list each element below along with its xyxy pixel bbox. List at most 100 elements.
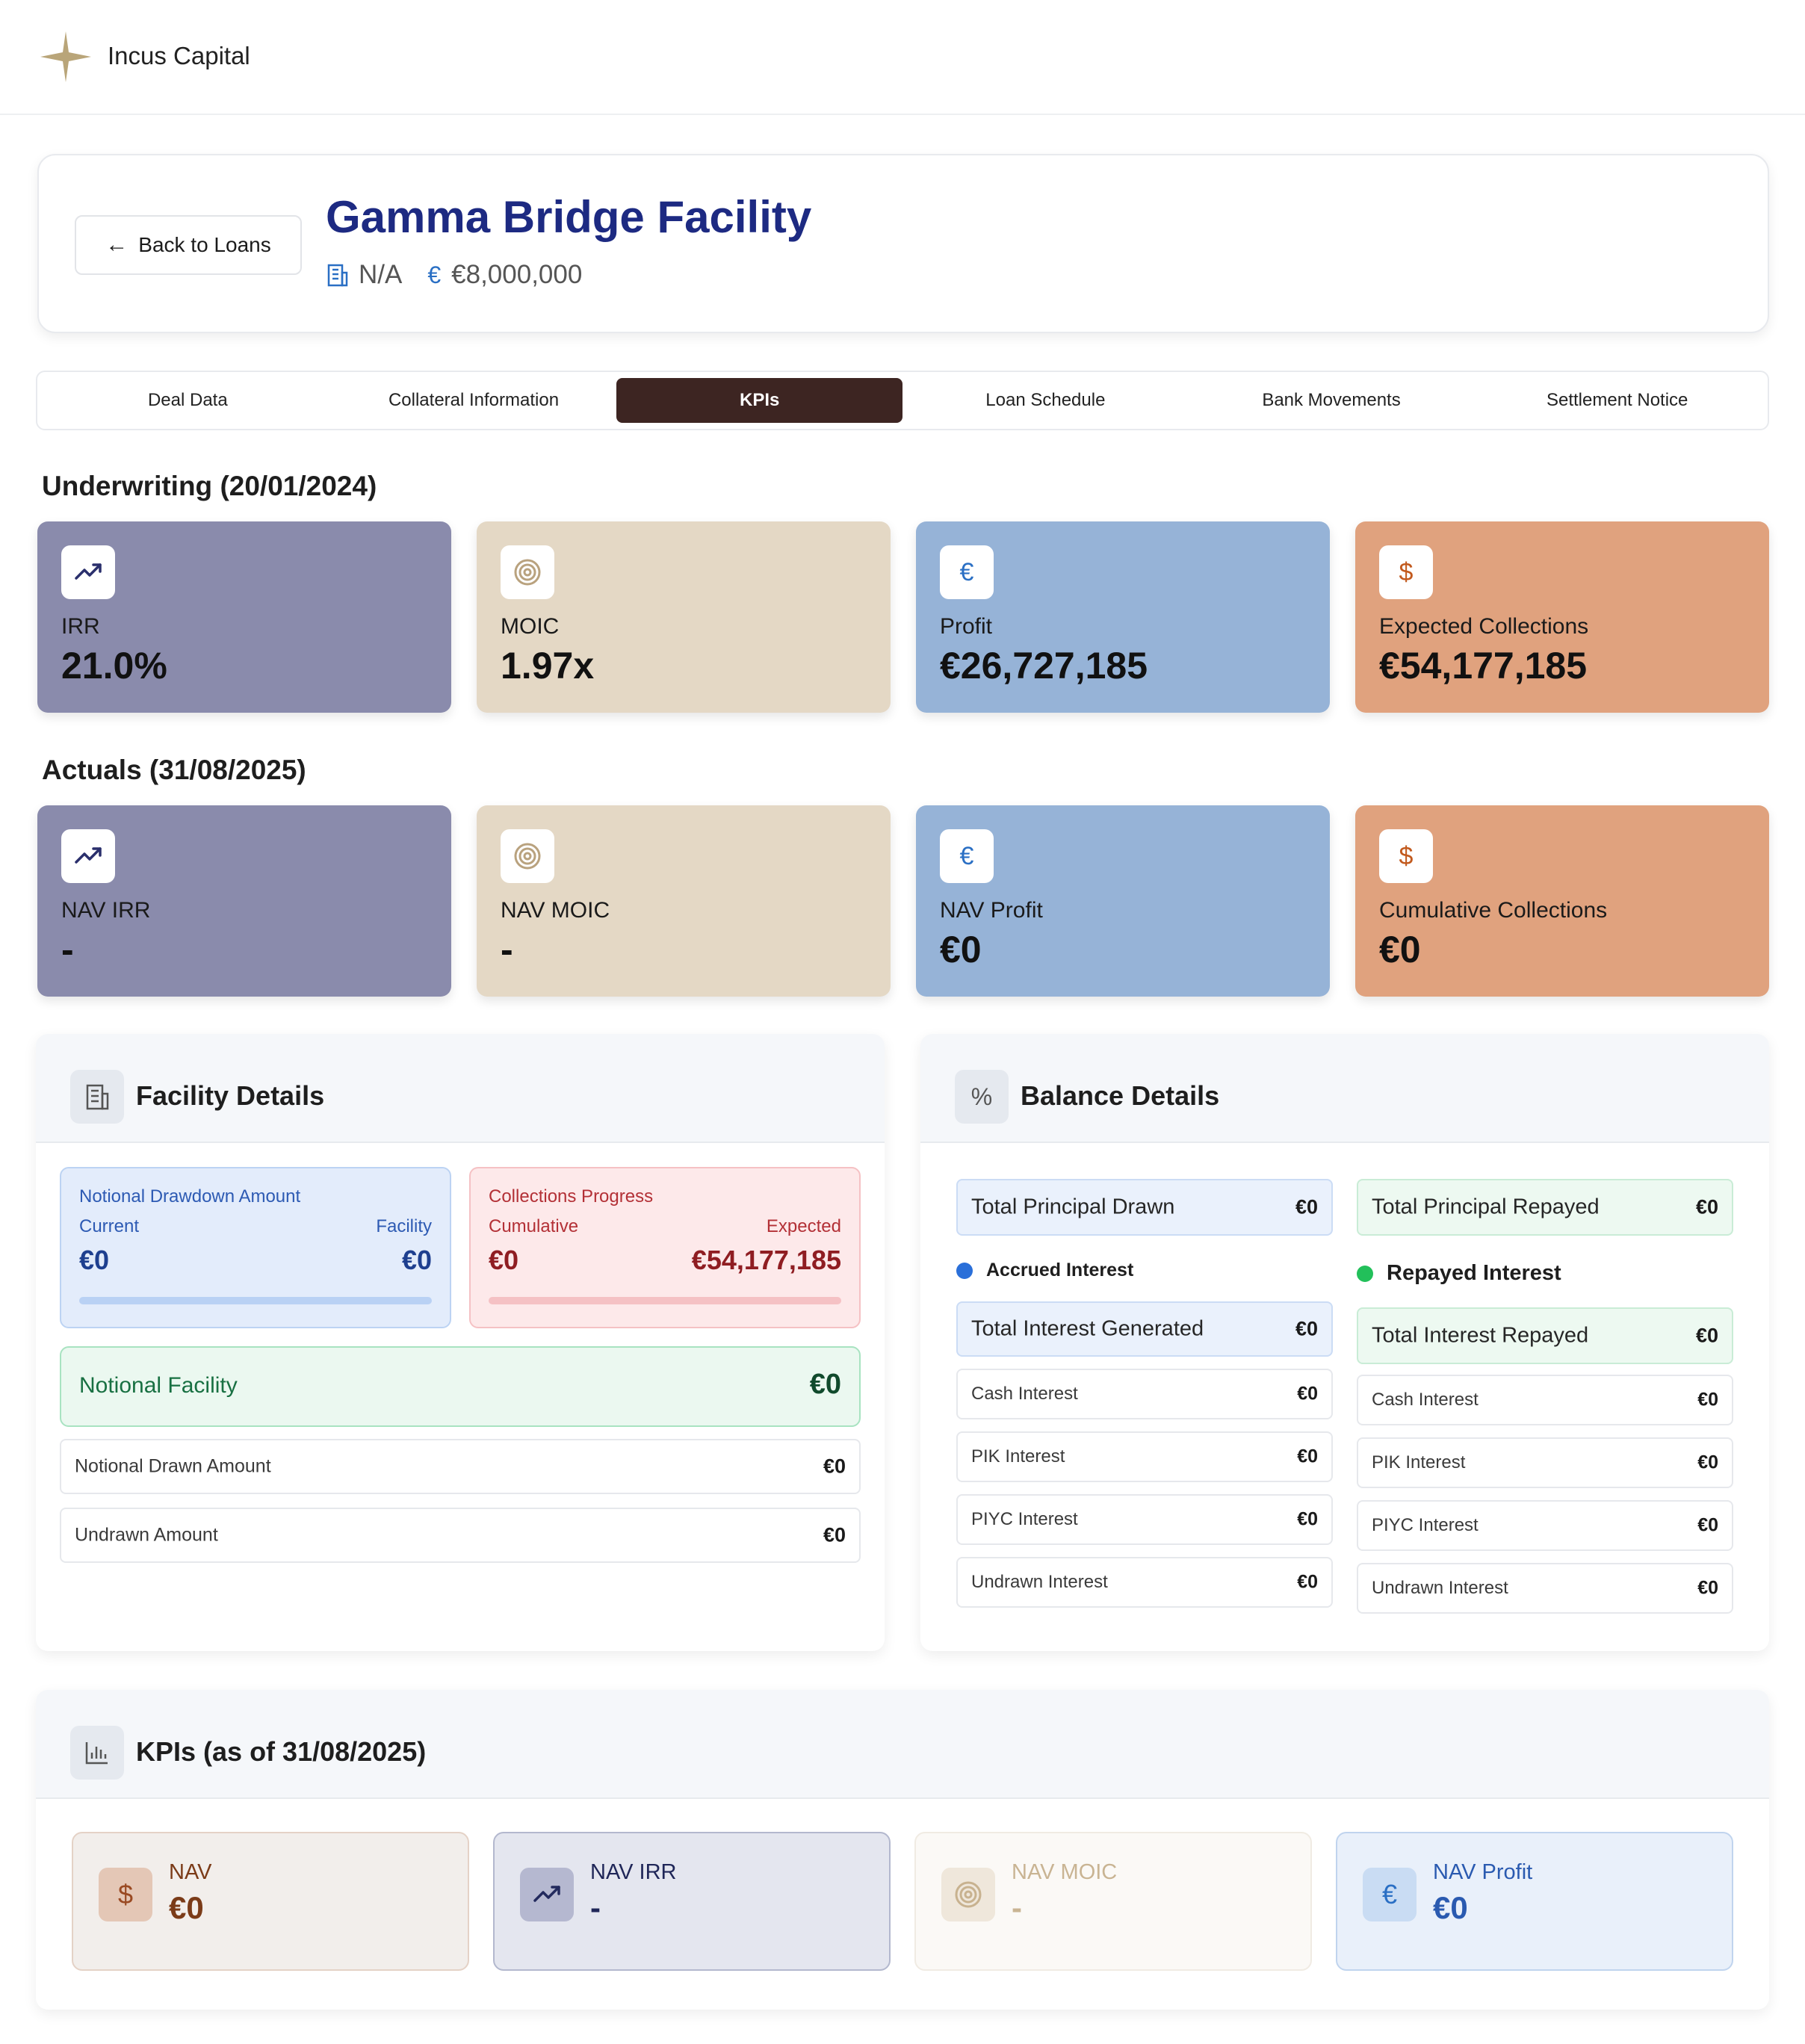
building-icon (327, 264, 348, 287)
row-label: Total Interest Generated (971, 1316, 1204, 1341)
drawdown-facility-label: Facility (376, 1216, 432, 1236)
target-icon (941, 1868, 995, 1921)
dollar-icon: $ (1379, 829, 1433, 883)
row-value: €0 (1697, 1389, 1718, 1410)
euro-icon: € (427, 261, 442, 288)
loan-code: N/A (359, 260, 403, 289)
drawdown-facility-value: €0 (401, 1245, 432, 1275)
facility-details-title: Facility Details (136, 1080, 325, 1111)
collections-title: Collections Progress (489, 1186, 654, 1207)
underwriting-profit-card: € Profit €26,727,185 (916, 521, 1330, 713)
kpi-label: NAV IRR (590, 1860, 677, 1884)
row-value: €0 (1295, 1195, 1318, 1218)
accrued-pik-interest-row: PIK Interest €0 (956, 1431, 1333, 1482)
kpis-asof-title: KPIs (as of 31/08/2025) (136, 1736, 427, 1767)
building-icon (70, 1070, 124, 1124)
row-value: €0 (1297, 1508, 1318, 1530)
dollar-icon: $ (1379, 545, 1433, 599)
collections-cumulative-label: Cumulative (489, 1216, 579, 1236)
kpi-label: MOIC (501, 614, 560, 639)
collections-progress-bar (489, 1297, 841, 1304)
row-value: €0 (1697, 1514, 1718, 1536)
nav-card: $ NAV €0 (72, 1832, 469, 1971)
kpis-asof-header: KPIs (as of 31/08/2025) (36, 1690, 1769, 1799)
total-interest-generated-row: Total Interest Generated €0 (956, 1301, 1333, 1357)
kpi-value: - (1012, 1890, 1022, 1925)
kpi-label: NAV Profit (940, 898, 1043, 923)
tab-deal-data[interactable]: Deal Data (45, 378, 331, 423)
trend-up-icon (520, 1868, 574, 1921)
target-icon (501, 829, 554, 883)
row-label: PIYC Interest (971, 1509, 1078, 1529)
notional-drawdown-card: Notional Drawdown Amount Current Facilit… (60, 1167, 451, 1328)
kpi-value: €54,177,185 (1379, 645, 1588, 687)
blue-dot-icon (956, 1262, 973, 1279)
row-value: €0 (1295, 1317, 1318, 1340)
back-button-label: Back to Loans (138, 233, 271, 256)
row-label: Cash Interest (971, 1384, 1078, 1404)
euro-icon: € (940, 829, 994, 883)
row-value: €0 (1297, 1571, 1318, 1593)
euro-icon: € (1363, 1868, 1417, 1921)
row-label: Notional Drawn Amount (75, 1455, 271, 1477)
underwriting-heading: Underwriting (20/01/2024) (42, 471, 377, 501)
kpi-label: NAV (169, 1860, 212, 1884)
notional-facility-label: Notional Facility (79, 1373, 238, 1398)
accrued-cash-interest-row: Cash Interest €0 (956, 1369, 1333, 1419)
actuals-nav-irr-card: NAV IRR - (37, 805, 451, 997)
loan-title: Gamma Bridge Facility (326, 192, 812, 242)
notional-facility-value: €0 (809, 1369, 841, 1400)
actuals-cumulative-collections-card: $ Cumulative Collections €0 (1355, 805, 1769, 997)
kpi-value: €0 (1379, 929, 1421, 970)
kpi-label: NAV MOIC (1012, 1860, 1118, 1884)
underwriting-collections-card: $ Expected Collections €54,177,185 (1355, 521, 1769, 713)
row-label: Undrawn Interest (1372, 1578, 1508, 1598)
actuals-heading: Actuals (31/08/2025) (42, 755, 306, 785)
kpi-value: 21.0% (61, 645, 167, 687)
row-value: €0 (1695, 1195, 1718, 1218)
undrawn-amount-row: Undrawn Amount €0 (60, 1508, 861, 1563)
row-label: Total Principal Drawn (971, 1195, 1175, 1219)
accrued-interest-label: Accrued Interest (986, 1260, 1134, 1280)
trend-up-icon (61, 829, 115, 883)
kpi-label: NAV Profit (1433, 1860, 1533, 1884)
kpi-label: Profit (940, 614, 993, 639)
kpis-asof-panel: KPIs (as of 31/08/2025) $ NAV €0 NAV IRR… (36, 1690, 1769, 2010)
kpi-label: NAV MOIC (501, 898, 610, 923)
kpi-value: €0 (169, 1890, 204, 1925)
repayed-pik-interest-row: PIK Interest €0 (1357, 1437, 1733, 1488)
kpi-value: €0 (940, 929, 982, 970)
tab-bank-movements[interactable]: Bank Movements (1189, 378, 1475, 423)
drawdown-current-label: Current (79, 1216, 140, 1236)
underwriting-irr-card: IRR 21.0% (37, 521, 451, 713)
repayed-interest-heading: Repayed Interest (1357, 1261, 1561, 1286)
tab-settlement-notice[interactable]: Settlement Notice (1474, 378, 1760, 423)
drawdown-title: Notional Drawdown Amount (79, 1186, 301, 1207)
top-bar: Incus Capital (0, 0, 1805, 115)
row-label: PIK Interest (1372, 1452, 1466, 1472)
loan-amount: €8,000,000 (451, 260, 583, 289)
row-value: €0 (823, 1455, 846, 1478)
tab-collateral-information[interactable]: Collateral Information (331, 378, 617, 423)
loan-meta: N/A € €8,000,000 (326, 260, 582, 290)
accrued-piyc-interest-row: PIYC Interest €0 (956, 1494, 1333, 1545)
euro-icon: € (940, 545, 994, 599)
collections-expected-label: Expected (766, 1216, 841, 1236)
total-principal-drawn-row: Total Principal Drawn €0 (956, 1179, 1333, 1236)
facility-details-panel: Facility Details Notional Drawdown Amoun… (36, 1034, 885, 1651)
underwriting-moic-card: MOIC 1.97x (477, 521, 891, 713)
target-icon (501, 545, 554, 599)
trend-up-icon (61, 545, 115, 599)
green-dot-icon (1357, 1265, 1373, 1282)
accrued-interest-heading: Accrued Interest (956, 1260, 1133, 1281)
row-value: €0 (1695, 1324, 1718, 1347)
back-to-loans-button[interactable]: ← Back to Loans (75, 215, 302, 275)
dollar-icon: $ (99, 1868, 152, 1921)
row-label: PIK Interest (971, 1446, 1065, 1467)
tab-loan-schedule[interactable]: Loan Schedule (902, 378, 1189, 423)
row-value: €0 (823, 1523, 846, 1546)
tab-kpis[interactable]: KPIs (616, 378, 903, 423)
drawdown-current-value: €0 (79, 1245, 110, 1275)
notional-facility-row: Notional Facility €0 (60, 1346, 861, 1427)
row-label: Undrawn Interest (971, 1572, 1108, 1592)
